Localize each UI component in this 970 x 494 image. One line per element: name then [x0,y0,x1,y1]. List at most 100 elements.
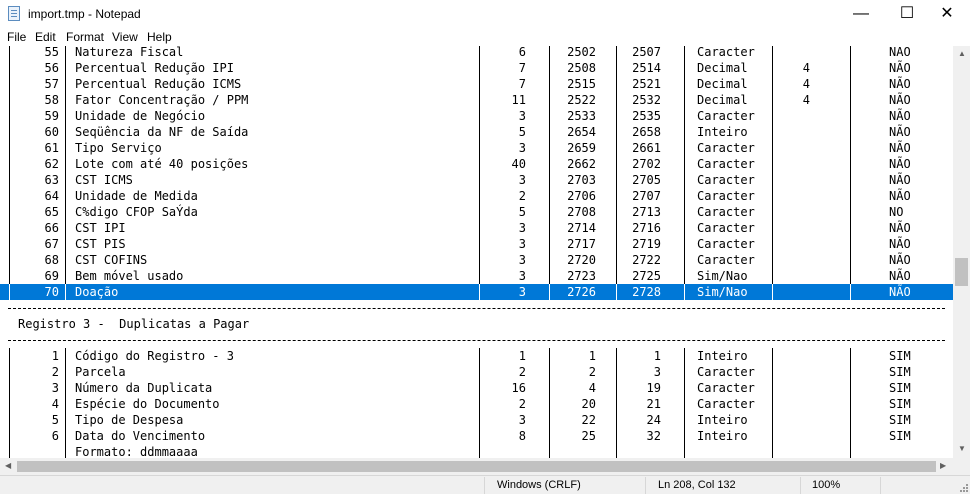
text-line[interactable]: 60 Seqüência da NF de Saída 5 2654 2658 Intei… [0,124,953,140]
cell-size: 11 [511,93,526,107]
cell-end: 2514 [632,61,661,75]
text-line[interactable]: 57 Percentual Redução ICMS 7 2515 2521 Decima… [0,76,953,92]
partial-format-text-line[interactable]: Formato: ddmmaaaa [0,444,953,458]
column-separator [616,140,617,156]
cell-n: 1 [51,349,59,363]
status-bar: Windows (CRLF) Ln 208, Col 132 100% [0,475,970,494]
cell-end: 32 [646,429,661,443]
column-separator [684,380,685,396]
status-divider [645,477,646,494]
text-line[interactable]: 2 Parcela 2 2 3 Caracter SIM [0,364,953,380]
section-title: Registro 3 - Duplicatas a Pagar [18,317,250,331]
column-separator [850,188,851,204]
text-line[interactable]: 67 CST PIS 3 2717 2719 Caracter NÃO [0,236,953,252]
column-separator [65,220,66,236]
scroll-down-icon[interactable]: ▼ [958,444,966,453]
column-separator [9,412,10,428]
column-separator [65,92,66,108]
cell-type: Caracter [697,157,755,171]
text-line[interactable]: 3 Número da Duplicata 16 4 19 Caracter SIM [0,380,953,396]
cell-end: 2728 [632,285,661,299]
text-line[interactable]: 69 Bem móvel usado 3 2723 2725 Sim/Nao NÃO [0,268,953,284]
column-separator [772,188,773,204]
column-separator [549,444,550,458]
menu-edit[interactable]: Edit [35,30,56,44]
cell-size: 40 [511,157,526,171]
vertical-scrollbar[interactable]: ▲ ▼ [953,46,970,458]
cell-start: 2502 [567,46,596,59]
vertical-scroll-thumb[interactable] [955,258,968,286]
cell-n: 69 [44,269,59,283]
cell-size: 2 [518,397,526,411]
text-line[interactable]: 4 Espécie do Documento 2 20 21 Caracter SIM [0,396,953,412]
column-separator [479,348,480,364]
cell-type: Caracter [697,253,755,267]
column-separator [616,284,617,300]
cell-desc: C%digo CFOP SaÝda [75,205,198,219]
selected-text-line[interactable]: 70 Doação 3 2726 2728 Sim/Nao NÃO [0,284,953,300]
status-divider [484,477,485,494]
horizontal-scroll-thumb[interactable] [17,461,936,472]
cell-type: Decimal [697,93,748,107]
cell-start: 2659 [567,141,596,155]
text-line[interactable]: 65 C%digo CFOP SaÝda 5 2708 2713 Caracter NO [0,204,953,220]
dashed-separator-line [0,300,953,316]
menu-view[interactable]: View [112,30,138,44]
menu-file[interactable]: File [7,30,26,44]
menu-help[interactable]: Help [147,30,172,44]
close-button[interactable]: ✕ [924,0,970,28]
column-separator [772,92,773,108]
cell-start: 1 [588,349,596,363]
column-separator [850,124,851,140]
column-separator [479,92,480,108]
cell-end: 2521 [632,77,661,91]
text-line[interactable]: 64 Unidade de Medida 2 2706 2707 Caracter NÃO [0,188,953,204]
text-line[interactable]: 58 Fator Concentração / PPM 11 2522 2532 Deci… [0,92,953,108]
scroll-right-icon[interactable]: ▶ [940,461,946,470]
text-editor[interactable]: 55 Natureza Fiscal 6 2502 2507 Caracter NÃO 56 P… [0,46,953,458]
menu-format[interactable]: Format [66,30,104,44]
cell-req: NO [889,205,904,219]
column-separator [684,46,685,60]
section-title-line[interactable]: Registro 3 - Duplicatas a Pagar [0,316,953,332]
column-separator [684,60,685,76]
text-line[interactable]: 62 Lote com até 40 posições 40 2662 2702 Cara… [0,156,953,172]
column-separator [479,396,480,412]
column-separator [850,108,851,124]
title-bar[interactable]: import.tmp - Notepad — ☐ ✕ [0,0,970,28]
status-cursor-position: Ln 208, Col 132 [658,479,736,491]
text-line[interactable]: 68 CST COFINS 3 2720 2722 Caracter NÃO [0,252,953,268]
column-separator [65,46,66,60]
minimize-button[interactable]: — [838,0,884,28]
text-line[interactable]: 63 CST ICMS 3 2703 2705 Caracter NÃO [0,172,953,188]
column-separator [9,428,10,444]
text-line[interactable]: 59 Unidade de Negócio 3 2533 2535 Caracter NÃO [0,108,953,124]
cell-size: 2 [518,189,526,203]
column-separator [9,236,10,252]
text-line[interactable]: 56 Percentual Redução IPI 7 2508 2514 Decimal… [0,60,953,76]
horizontal-scrollbar[interactable]: ◀ ▶ [0,458,953,475]
resize-grip-icon[interactable] [958,482,968,492]
scroll-up-icon[interactable]: ▲ [958,49,966,58]
column-separator [616,172,617,188]
text-line[interactable]: 6 Data do Vencimento 8 25 32 Inteiro SIM [0,428,953,444]
column-separator [616,268,617,284]
column-separator [684,156,685,172]
cell-end: 2719 [632,237,661,251]
column-separator [684,284,685,300]
column-separator [549,124,550,140]
column-separator [772,268,773,284]
text-line[interactable]: 1 Código do Registro - 3 1 1 1 Inteiro SIM [0,348,953,364]
column-separator [772,220,773,236]
cell-end: 1 [653,349,661,363]
cell-start: 2515 [567,77,596,91]
text-line[interactable]: 5 Tipo de Despesa 3 22 24 Inteiro SIM [0,412,953,428]
column-separator [772,396,773,412]
text-line[interactable]: 66 CST IPI 3 2714 2716 Caracter NÃO [0,220,953,236]
cell-n: 66 [44,221,59,235]
scroll-corner [953,458,970,475]
column-separator [9,444,10,458]
text-line[interactable]: 61 Tipo Serviço 3 2659 2661 Caracter NÃO [0,140,953,156]
text-line[interactable]: 55 Natureza Fiscal 6 2502 2507 Caracter NÃO [0,46,953,60]
scroll-left-icon[interactable]: ◀ [5,461,11,470]
